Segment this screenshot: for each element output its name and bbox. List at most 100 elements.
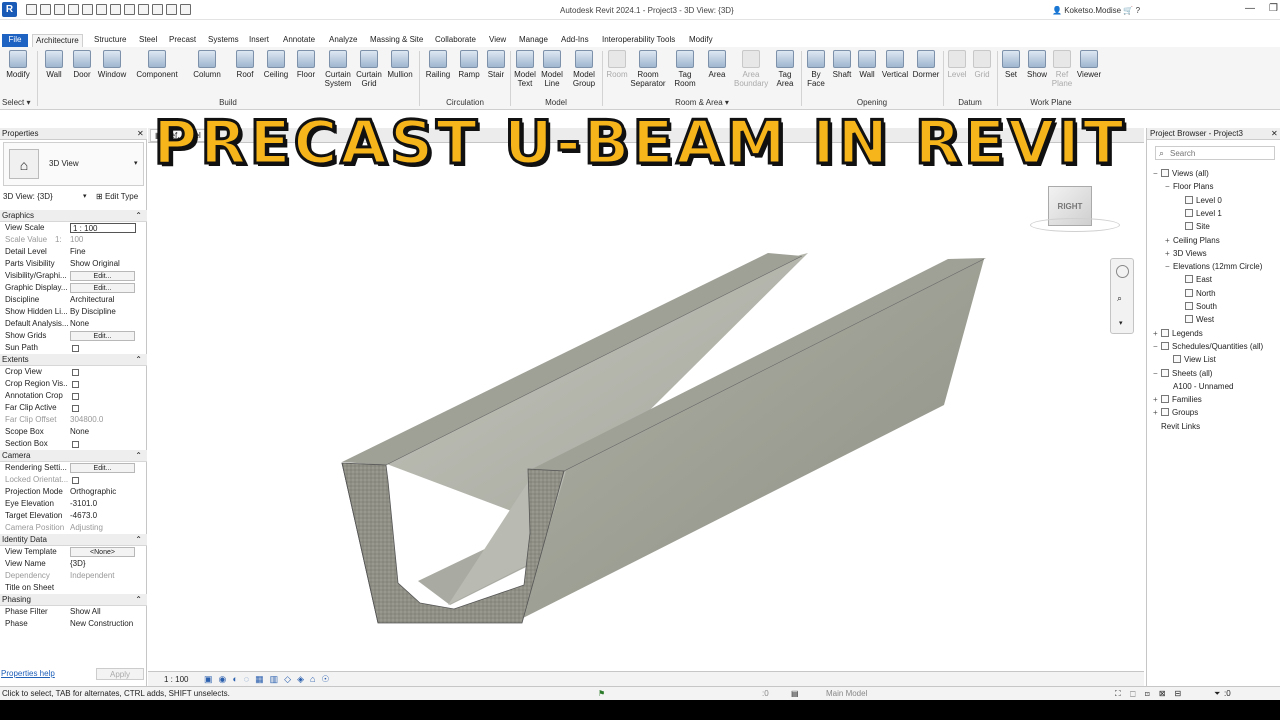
collapse-icon[interactable]: ⌃ — [135, 594, 142, 605]
ceiling-button[interactable]: Ceiling — [261, 50, 291, 79]
close-icon[interactable]: ✕ — [137, 129, 144, 138]
undo-icon[interactable] — [68, 4, 79, 15]
property-value[interactable]: -3101.0 — [70, 498, 136, 510]
browser-item[interactable]: + Legends — [1153, 328, 1203, 338]
tag-area-button[interactable]: Tag Area — [772, 50, 798, 88]
property-checkbox[interactable] — [72, 393, 79, 400]
collapse-icon[interactable]: − — [1165, 262, 1173, 271]
tab-analyze[interactable]: Analyze — [326, 34, 360, 47]
edit-button[interactable]: Edit... — [70, 463, 135, 473]
browser-item[interactable]: View List — [1165, 355, 1216, 364]
redo-icon[interactable] — [82, 4, 93, 15]
browser-item[interactable]: +3D Views — [1165, 249, 1207, 258]
type-selector[interactable]: ⌂ 3D View ▾ — [3, 142, 144, 186]
collapse-icon[interactable]: − — [1153, 369, 1161, 378]
section-header[interactable]: Camera ⌃ — [0, 450, 147, 462]
tab-view[interactable]: View — [486, 34, 509, 47]
tab-insert[interactable]: Insert — [246, 34, 272, 47]
view-scale-input[interactable]: 1 : 100 — [70, 223, 136, 233]
steering-wheel-icon[interactable] — [1116, 265, 1129, 278]
revit-logo-icon[interactable]: R — [2, 2, 17, 17]
text-icon[interactable] — [138, 4, 149, 15]
set-button[interactable]: Set — [1000, 50, 1022, 79]
tab-manage[interactable]: Manage — [516, 34, 551, 47]
wall-opening-button[interactable]: Wall — [856, 50, 878, 79]
browser-item[interactable]: Level 1 — [1177, 208, 1222, 218]
tab-annotate[interactable]: Annotate — [280, 34, 318, 47]
browser-item[interactable]: North — [1177, 288, 1216, 298]
print-icon[interactable] — [96, 4, 107, 15]
property-value[interactable]: -4673.0 — [70, 510, 136, 522]
select-menu[interactable]: Select ▾ — [2, 98, 36, 107]
wall-button[interactable]: Wall — [42, 50, 66, 79]
search-input[interactable] — [1170, 148, 1270, 159]
aligned-dimension-icon[interactable] — [124, 4, 135, 15]
edit-button[interactable]: Edit... — [70, 283, 135, 293]
tab-structure[interactable]: Structure — [91, 34, 129, 47]
browser-item[interactable]: − Sheets (all) — [1153, 368, 1212, 378]
tab-add-ins[interactable]: Add-Ins — [558, 34, 592, 47]
ramp-button[interactable]: Ramp — [457, 50, 481, 79]
browser-item[interactable]: + Groups — [1153, 408, 1198, 417]
close-hidden-windows-icon[interactable] — [166, 4, 177, 15]
room-button[interactable]: Room — [604, 50, 630, 79]
collapse-icon[interactable]: ⌃ — [135, 534, 142, 545]
model-group-button[interactable]: Model Group — [568, 50, 600, 88]
view-cube-compass[interactable] — [1030, 218, 1120, 232]
roof-button[interactable]: Roof — [233, 50, 257, 79]
by-face-button[interactable]: By Face — [804, 50, 828, 88]
user-account[interactable]: 👤 Koketso.Modise 🛒 ? — [1052, 6, 1140, 15]
tab-modify[interactable]: Modify — [686, 34, 716, 47]
view-control-icons[interactable]: ▣◉◐◌▦▥◇◈⌂☉ — [204, 674, 336, 685]
tag-room-button[interactable]: Tag Room — [672, 50, 698, 88]
chevron-down-icon[interactable]: ▾ — [83, 192, 87, 200]
window-button[interactable]: Window — [96, 50, 128, 79]
open-icon[interactable] — [26, 4, 37, 15]
edit-button[interactable]: Edit... — [70, 331, 135, 341]
zoom-icon[interactable]: ⌕ — [1117, 293, 1122, 304]
workset-icon[interactable]: ⚑ — [598, 687, 605, 700]
browser-item[interactable]: − Views (all) — [1153, 169, 1209, 178]
collapse-icon[interactable]: − — [1153, 342, 1161, 351]
tab-file[interactable]: File — [2, 34, 28, 47]
door-button[interactable]: Door — [70, 50, 94, 79]
collapse-icon[interactable]: ⌃ — [135, 450, 142, 461]
tab-massing-site[interactable]: Massing & Site — [367, 34, 426, 47]
browser-item[interactable]: − Elevations (12mm Circle) — [1165, 262, 1262, 271]
sync-icon[interactable] — [54, 4, 65, 15]
room-area-group-label[interactable]: Room & Area ▾ — [604, 98, 800, 107]
expand-icon[interactable]: + — [1165, 236, 1173, 245]
stair-button[interactable]: Stair — [484, 50, 508, 79]
expand-icon[interactable]: + — [1165, 249, 1173, 258]
design-options-icon[interactable]: ▤ — [791, 687, 799, 700]
selection-settings-icons[interactable]: ⛶⬚⊡⊠⊟ — [1115, 687, 1190, 700]
collapse-icon[interactable]: − — [1165, 182, 1173, 191]
browser-item[interactable]: South — [1177, 302, 1217, 311]
room-separator-button[interactable]: Room Separator — [630, 50, 666, 88]
expand-icon[interactable]: + — [1153, 329, 1161, 338]
drawing-canvas[interactable] — [148, 143, 1134, 671]
browser-item[interactable]: + Ceiling Plans — [1165, 236, 1220, 245]
tab-precast[interactable]: Precast — [166, 34, 199, 47]
property-value[interactable]: New Construction — [70, 618, 136, 630]
area-boundary-button[interactable]: Area Boundary — [734, 50, 768, 88]
browser-item[interactable]: + Families — [1153, 395, 1202, 404]
browser-item[interactable]: East — [1177, 275, 1212, 284]
collapse-icon[interactable]: ⌃ — [135, 354, 142, 365]
expand-icon[interactable]: + — [1153, 408, 1161, 417]
ref-plane-button[interactable]: Ref Plane — [1050, 50, 1074, 88]
browser-item[interactable]: Site — [1177, 222, 1210, 231]
area-button[interactable]: Area — [703, 50, 731, 79]
property-value[interactable]: Architectural — [70, 294, 136, 306]
apply-button[interactable]: Apply — [96, 668, 144, 680]
section-header[interactable]: Phasing ⌃ — [0, 594, 147, 606]
show-button[interactable]: Show — [1024, 50, 1050, 79]
property-value[interactable]: Orthographic — [70, 486, 136, 498]
property-value[interactable]: {3D} — [70, 558, 136, 570]
browser-item[interactable]: Level 0 — [1177, 195, 1222, 205]
close-icon[interactable]: ✕ — [1271, 129, 1278, 138]
switch-windows-icon[interactable] — [180, 4, 191, 15]
tab-architecture[interactable]: Architecture — [32, 34, 83, 47]
cart-icon[interactable]: 🛒 — [1123, 6, 1133, 15]
model-line-button[interactable]: Model Line — [540, 50, 564, 88]
